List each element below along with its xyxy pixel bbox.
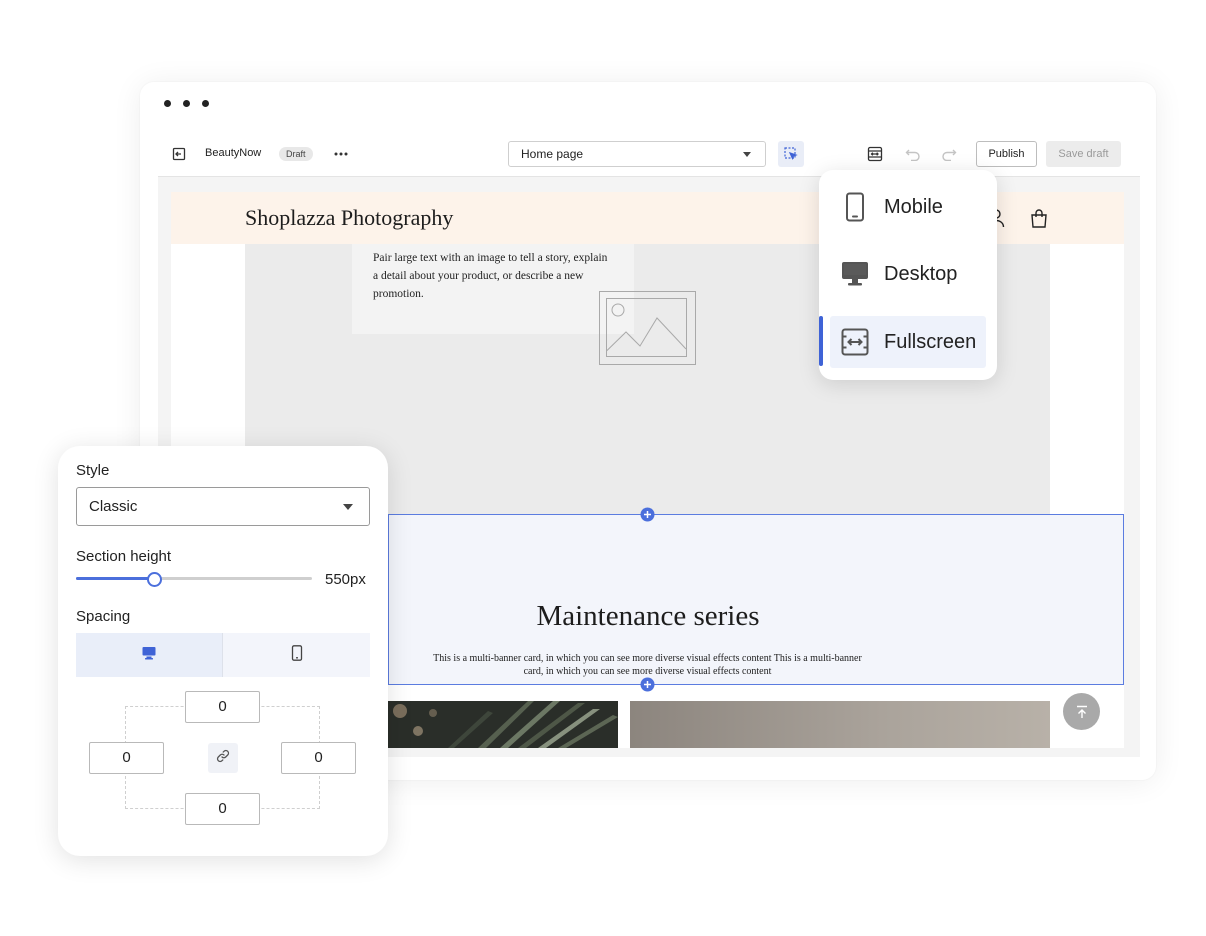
undo-icon[interactable] xyxy=(902,143,924,165)
link-icon xyxy=(216,749,230,768)
chevron-down-icon xyxy=(343,504,353,510)
active-indicator xyxy=(819,316,823,366)
tab-desktop[interactable] xyxy=(76,633,222,677)
link-spacing-button[interactable] xyxy=(208,743,238,773)
more-options-icon[interactable] xyxy=(332,146,350,162)
device-option-fullscreen[interactable]: Fullscreen xyxy=(830,316,986,368)
add-section-above-icon[interactable] xyxy=(640,507,655,522)
spacing-top-input[interactable]: 0 xyxy=(185,691,260,723)
shopping-bag-icon[interactable] xyxy=(1029,207,1049,229)
chevron-down-icon xyxy=(743,152,751,157)
scroll-to-top-icon[interactable] xyxy=(1063,693,1100,730)
hero-text: Pair large text with an image to tell a … xyxy=(373,252,608,300)
style-select[interactable]: Classic xyxy=(76,487,370,526)
device-menu: Mobile Desktop Fullscreen xyxy=(819,170,997,380)
device-option-label: Mobile xyxy=(884,195,943,218)
fullscreen-icon xyxy=(840,327,870,357)
exit-icon[interactable] xyxy=(170,146,188,162)
redo-icon[interactable] xyxy=(938,143,960,165)
slider-handle[interactable] xyxy=(146,572,162,587)
spacing-label: Spacing xyxy=(76,608,131,625)
spacing-right-input[interactable]: 0 xyxy=(281,742,356,774)
device-option-label: Fullscreen xyxy=(884,330,977,353)
device-option-desktop[interactable]: Desktop xyxy=(830,248,986,300)
mobile-icon xyxy=(291,644,303,666)
select-tool-button[interactable] xyxy=(778,141,804,167)
section-description: This is a multi-banner card, in which yo… xyxy=(433,653,862,677)
style-label: Style xyxy=(76,462,110,479)
window-controls xyxy=(164,100,209,107)
desktop-icon xyxy=(142,646,156,665)
section-height-label: Section height xyxy=(76,548,172,565)
device-option-label: Desktop xyxy=(884,262,958,285)
desktop-icon xyxy=(840,259,870,289)
page-selector-value: Home page xyxy=(521,147,584,161)
save-draft-button[interactable]: Save draft xyxy=(1046,141,1121,167)
tab-mobile[interactable] xyxy=(223,633,370,677)
section-title: Maintenance series xyxy=(536,600,760,632)
publish-button[interactable]: Publish xyxy=(976,141,1037,167)
add-section-below-icon[interactable] xyxy=(640,677,655,692)
page-selector[interactable]: Home page xyxy=(508,141,766,167)
slider-fill xyxy=(76,577,154,580)
status-badge: Draft xyxy=(279,147,313,161)
store-name: BeautyNow xyxy=(205,147,262,159)
image-placeholder-icon xyxy=(599,291,696,365)
mobile-icon xyxy=(840,192,870,222)
device-switch-icon[interactable] xyxy=(862,142,888,166)
banner-image-right xyxy=(630,701,1050,748)
banner-image-left xyxy=(388,701,618,748)
spacing-left-input[interactable]: 0 xyxy=(89,742,164,774)
spacing-bottom-input[interactable]: 0 xyxy=(185,793,260,825)
section-height-value: 550px xyxy=(325,571,366,588)
style-select-value: Classic xyxy=(89,498,138,515)
device-option-mobile[interactable]: Mobile xyxy=(830,181,986,233)
site-title: Shoplazza Photography xyxy=(245,205,454,230)
